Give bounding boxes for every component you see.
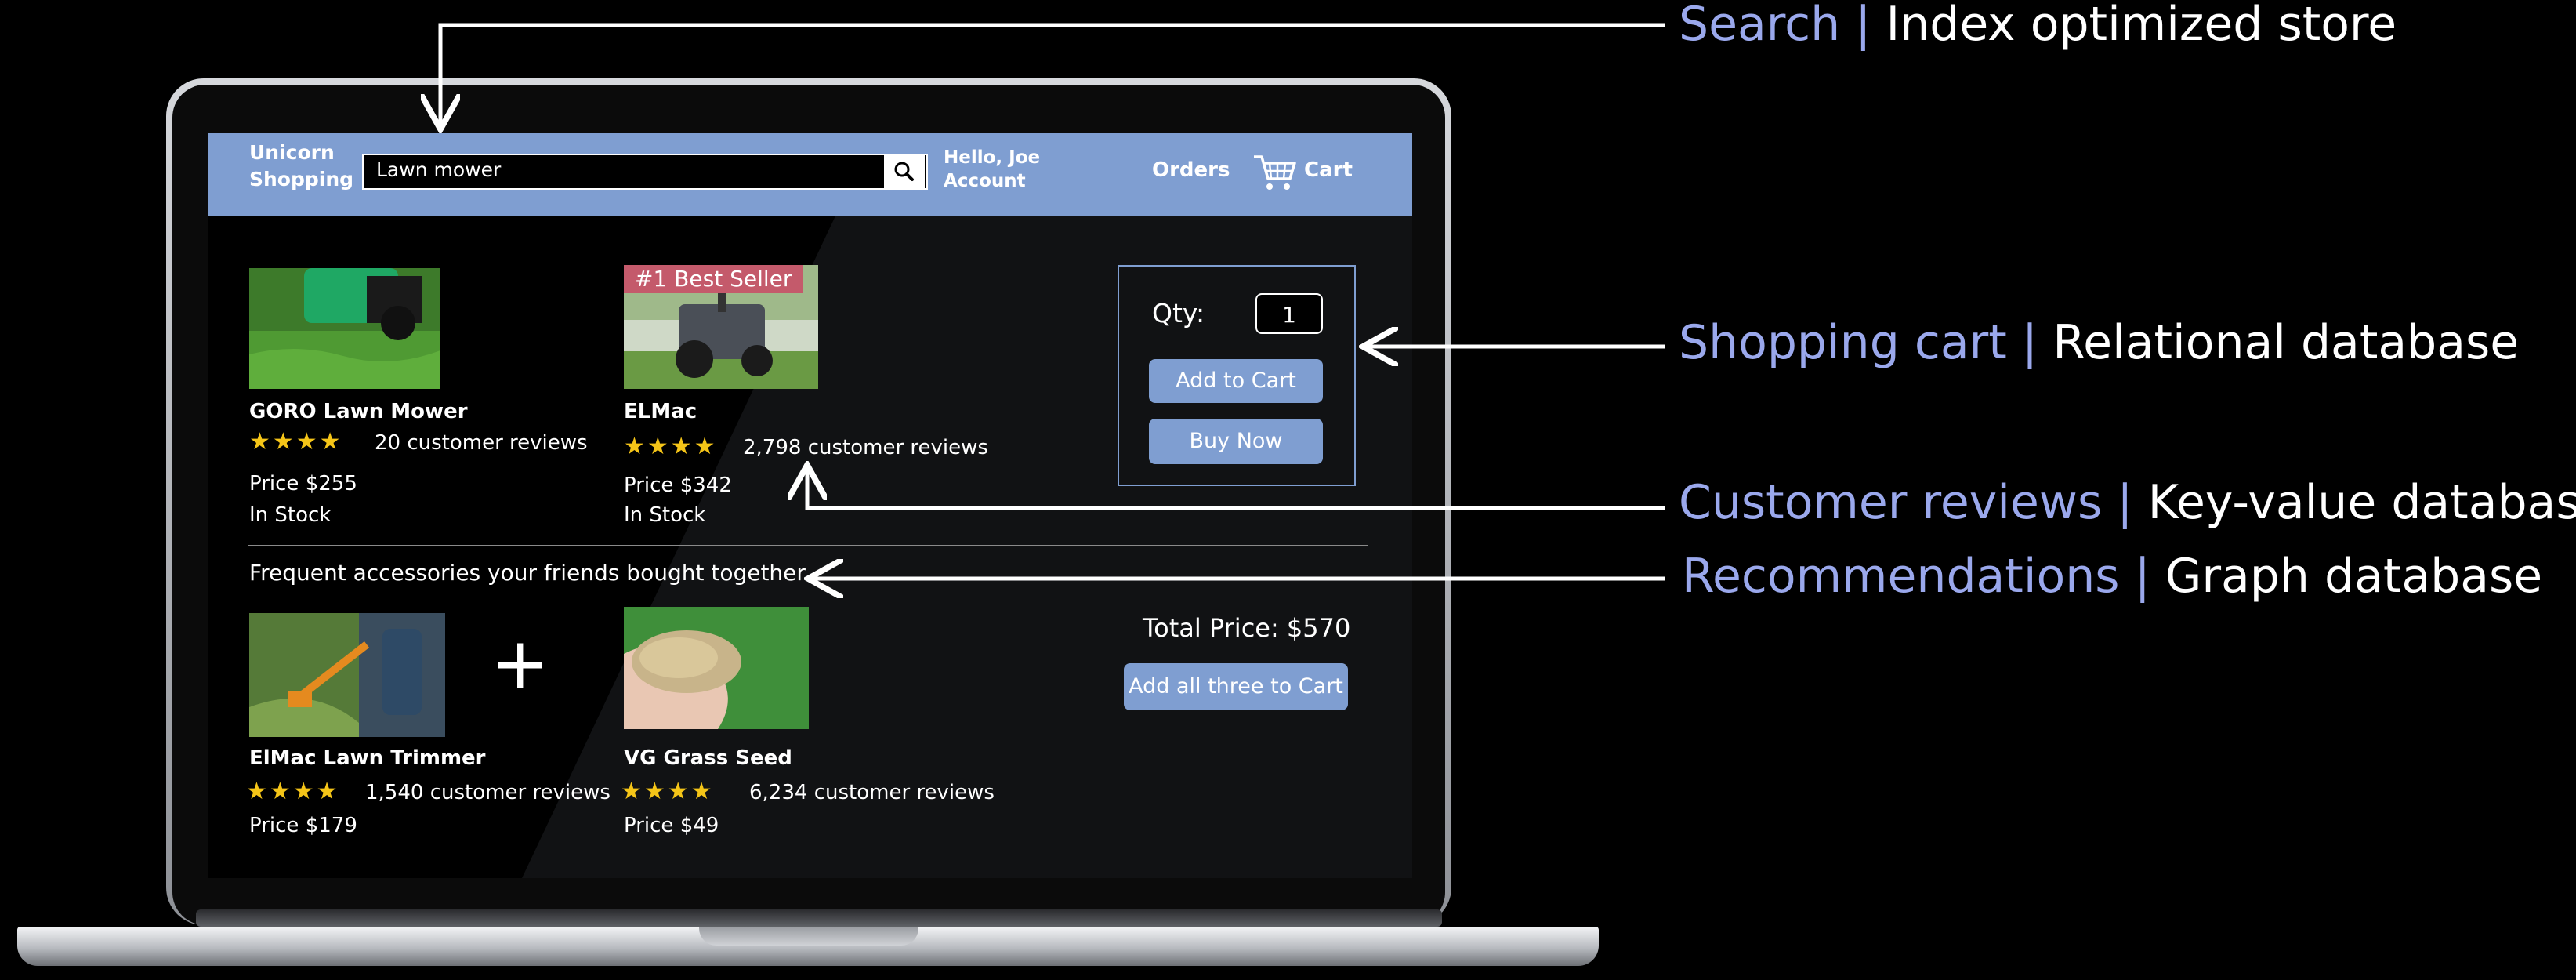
annotation-customer-reviews: Customer reviews | Key-value database	[1679, 475, 2576, 530]
annotation-shopping-cart: Shopping cart | Relational database	[1679, 315, 2520, 370]
annotation-search: Search | Index optimized store	[1679, 0, 2397, 52]
search-arrow	[440, 23, 1665, 125]
annotation-recommendations: Recommendations | Graph database	[1682, 549, 2543, 604]
reviews-arrow	[807, 469, 1665, 510]
